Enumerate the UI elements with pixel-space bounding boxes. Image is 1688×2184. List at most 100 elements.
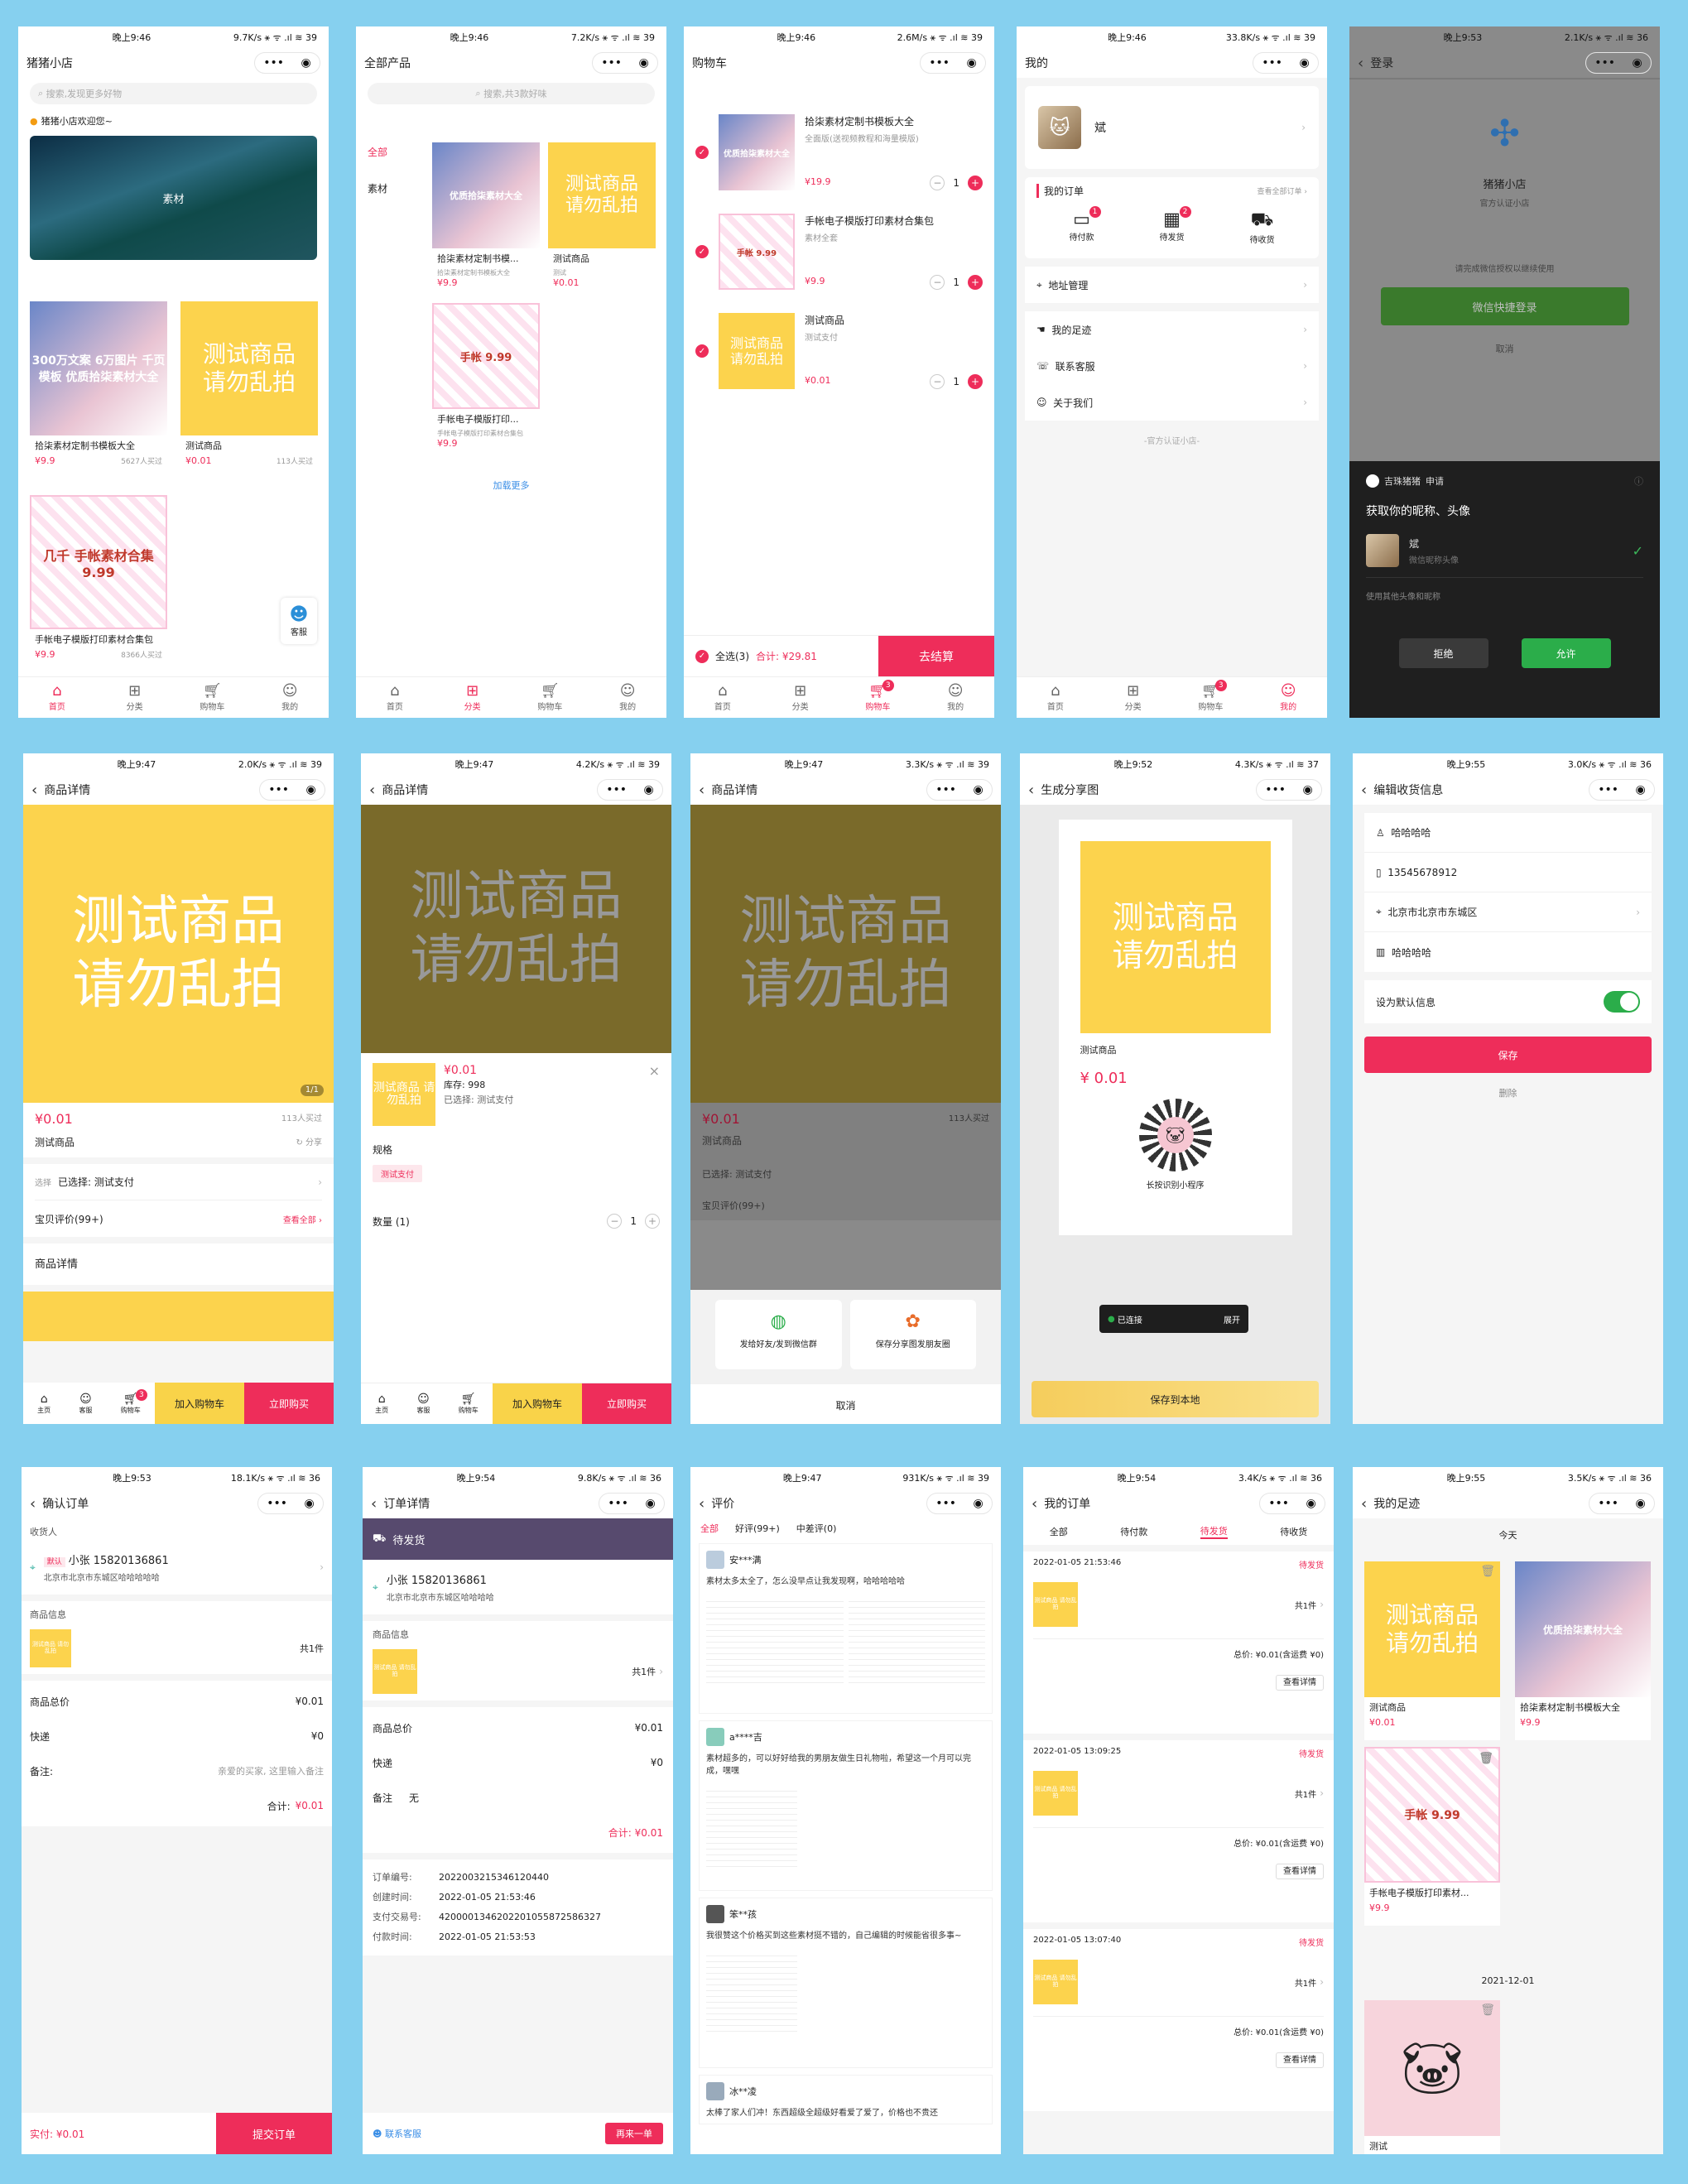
spec-option[interactable]: 测试支付 — [373, 1165, 422, 1182]
share-friend-button[interactable]: ◍ 发给好友/发到微信群 — [715, 1300, 842, 1369]
menu-footprint[interactable]: ☚ 我的足迹 › — [1025, 311, 1319, 348]
cart-button[interactable]: 🛒︎ 购物车 3 — [121, 1388, 147, 1415]
all-orders-link[interactable]: 查看全部订单 › — [1258, 185, 1307, 196]
add-to-cart-button[interactable]: 加入购物车 — [155, 1383, 244, 1424]
order-card[interactable]: 2022-01-05 21:53:46 待发货 测试商品 请勿乱拍 共1件 › 总价: ¥… — [1023, 1551, 1334, 1734]
capsule-menu[interactable]: ••• ◉ — [1589, 1493, 1655, 1514]
back-icon[interactable]: ‹ — [1361, 782, 1367, 799]
profile-option[interactable]: 斌微信昵称头像 ✓ — [1366, 534, 1643, 578]
tab-category[interactable]: ⊞ 分类 — [434, 677, 512, 718]
check-icon[interactable]: ✓ — [695, 146, 709, 159]
search-input[interactable]: ⌕ 搜索,共3款好味 — [368, 83, 655, 104]
tab-home[interactable]: ⌂ 首页 — [356, 677, 434, 718]
product-card[interactable]: 300万文案 6万图片 千页模板 优质拾柒素材大全 拾柒素材定制书模板大全 ¥9… — [30, 301, 167, 483]
close-target-icon[interactable]: ◉ — [1633, 57, 1642, 69]
capsule-menu[interactable]: ••• ◉ — [926, 1493, 993, 1514]
back-icon[interactable]: ‹ — [31, 782, 37, 799]
tab-mine[interactable]: ☺ 我的 — [1249, 677, 1327, 718]
submit-order-button[interactable]: 提交订单 — [216, 2113, 332, 2154]
close-target-icon[interactable]: ◉ — [1303, 784, 1313, 796]
address-field[interactable]: ▥ 哈哈哈哈 — [1364, 932, 1652, 972]
category-item-all[interactable]: 全部 — [368, 142, 387, 162]
reorder-button[interactable]: 再来一单 — [605, 2123, 663, 2144]
back-icon[interactable]: ‹ — [1361, 1495, 1367, 1513]
tab-mine[interactable]: ☺ 我的 — [916, 677, 994, 718]
footprint-card[interactable]: 🐷︎ 🗑︎ 测试 — [1364, 2000, 1500, 2154]
more-icon[interactable]: ••• — [935, 1498, 956, 1509]
receiver-section[interactable]: 收货人 ⌖ 默认 小张 15820136861 北京市北京市东城区哈哈哈哈哈 › — [22, 1518, 332, 1595]
capsule-menu[interactable]: ••• ◉ — [926, 779, 993, 801]
back-icon[interactable]: ‹ — [369, 782, 375, 799]
capsule-menu[interactable]: ••• ◉ — [599, 1493, 665, 1514]
close-target-icon[interactable]: ◉ — [1306, 1498, 1316, 1509]
tab-all[interactable]: 全部 — [700, 1522, 719, 1535]
cart-button[interactable]: 🛒︎ 购物车 — [459, 1393, 479, 1415]
back-icon[interactable]: ‹ — [1032, 1495, 1037, 1513]
review-entry[interactable]: 宝贝评价(99+) 查看全部 › — [35, 1200, 322, 1237]
capsule-menu[interactable]: ••• ◉ — [597, 779, 663, 801]
back-icon[interactable]: ‹ — [1358, 55, 1363, 72]
close-target-icon[interactable]: ◉ — [306, 784, 316, 796]
footprint-card[interactable]: 测试商品 请勿乱拍 🗑︎ 测试商品 ¥0.01 — [1364, 1561, 1500, 1740]
more-icon[interactable]: ••• — [1268, 1498, 1289, 1509]
product-card[interactable]: 优质拾柒素材大全 拾柒素材定制书模... 拾柒素材定制书模板大全 ¥9.9 — [432, 142, 540, 300]
tab-mine[interactable]: ☺ 我的 — [251, 677, 329, 718]
close-target-icon[interactable]: ◉ — [305, 1498, 315, 1509]
cancel-button[interactable]: 取消 — [690, 1384, 1001, 1424]
tab-mine[interactable]: ☺ 我的 — [589, 677, 666, 718]
close-target-icon[interactable]: ◉ — [1300, 57, 1310, 69]
capsule-menu[interactable]: ••• ◉ — [1256, 779, 1322, 801]
note-input[interactable]: 亲爱的买家, 这里输入备注 — [218, 1764, 324, 1778]
trash-icon[interactable]: 🗑︎ — [1480, 1565, 1495, 1579]
search-input[interactable]: ⌕ 搜索,发现更多好物 — [30, 83, 317, 104]
more-icon[interactable]: ••• — [601, 57, 622, 69]
tab-cart[interactable]: 🛒︎ 3 购物车 — [1172, 677, 1250, 718]
more-icon[interactable]: ••• — [1598, 1498, 1618, 1509]
tab-home[interactable]: ⌂ 首页 — [684, 677, 762, 718]
order-card[interactable]: 2022-01-05 13:07:40 待发货 测试商品 请勿乱拍 共1件 › 总价: ¥… — [1023, 1929, 1334, 2111]
buy-now-button[interactable]: 立即购买 — [582, 1383, 671, 1424]
use-other-link[interactable]: 使用其他头像和昵称 — [1366, 589, 1643, 602]
capsule-menu[interactable]: ••• ◉ — [254, 52, 320, 74]
view-detail-button[interactable]: 查看详情 — [1276, 2052, 1324, 2068]
close-icon[interactable]: × — [649, 1063, 660, 1126]
more-icon[interactable]: ••• — [1594, 57, 1615, 69]
default-toggle[interactable] — [1604, 991, 1640, 1013]
service-button[interactable]: ☺ 客服 — [416, 1393, 430, 1415]
tab-category[interactable]: ⊞ 分类 — [1094, 677, 1172, 718]
name-field[interactable]: ♙ 哈哈哈哈 — [1364, 813, 1652, 853]
tab-cart[interactable]: 🛒︎ 购物车 — [512, 677, 589, 718]
capsule-menu[interactable]: ••• ◉ — [257, 1493, 324, 1514]
home-button[interactable]: ⌂ 主页 — [37, 1393, 50, 1415]
info-icon[interactable]: ⓘ — [1634, 474, 1643, 488]
close-target-icon[interactable]: ◉ — [646, 1498, 656, 1509]
order-type-pending-ship[interactable]: ▦ 2 待发货 — [1160, 206, 1191, 245]
capsule-menu[interactable]: ••• ◉ — [1253, 52, 1319, 74]
back-icon[interactable]: ‹ — [30, 1495, 36, 1513]
deny-button[interactable]: 拒绝 — [1398, 638, 1488, 668]
close-target-icon[interactable]: ◉ — [639, 57, 649, 69]
capsule-menu[interactable]: ••• ◉ — [259, 779, 325, 801]
check-icon[interactable]: ✓ — [695, 344, 709, 358]
close-target-icon[interactable]: ◉ — [967, 57, 977, 69]
check-icon[interactable]: ✓ — [695, 245, 709, 258]
capsule-menu[interactable]: ••• ◉ — [1259, 1493, 1325, 1514]
product-card[interactable]: 几千 手帐素材合集 9.99 手帐电子模版打印素材合集包 ¥9.9 8366人买过 — [30, 495, 167, 677]
minus-button[interactable]: − — [930, 176, 945, 190]
tab-cart[interactable]: 🛒︎ 购物车 — [174, 677, 252, 718]
product-card[interactable]: 测试商品 请勿乱拍 测试商品 测试 ¥0.01 — [548, 142, 656, 300]
tab-category[interactable]: ⊞ 分类 — [762, 677, 839, 718]
more-icon[interactable]: ••• — [267, 1498, 287, 1509]
goods-row[interactable]: 测试商品 请勿乱拍 共1件 › — [373, 1649, 663, 1694]
plus-button[interactable]: + — [645, 1214, 660, 1229]
trash-icon[interactable]: 🗑︎ — [1480, 2004, 1495, 2017]
trash-icon[interactable]: 🗑︎ — [1479, 1752, 1493, 1765]
add-to-cart-button[interactable]: 加入购物车 — [493, 1383, 582, 1424]
view-detail-button[interactable]: 查看详情 — [1276, 1675, 1324, 1691]
contact-service-button[interactable]: ☻ 联系客服 — [373, 2127, 421, 2140]
back-icon[interactable]: ‹ — [1028, 782, 1034, 799]
more-icon[interactable]: ••• — [263, 57, 284, 69]
tab-pending-ship[interactable]: 待发货 — [1200, 1524, 1228, 1539]
order-card[interactable]: 2022-01-05 13:09:25 待发货 测试商品 请勿乱拍 共1件 › 总价: ¥… — [1023, 1740, 1334, 1922]
tab-bad[interactable]: 中差评(0) — [796, 1522, 837, 1535]
